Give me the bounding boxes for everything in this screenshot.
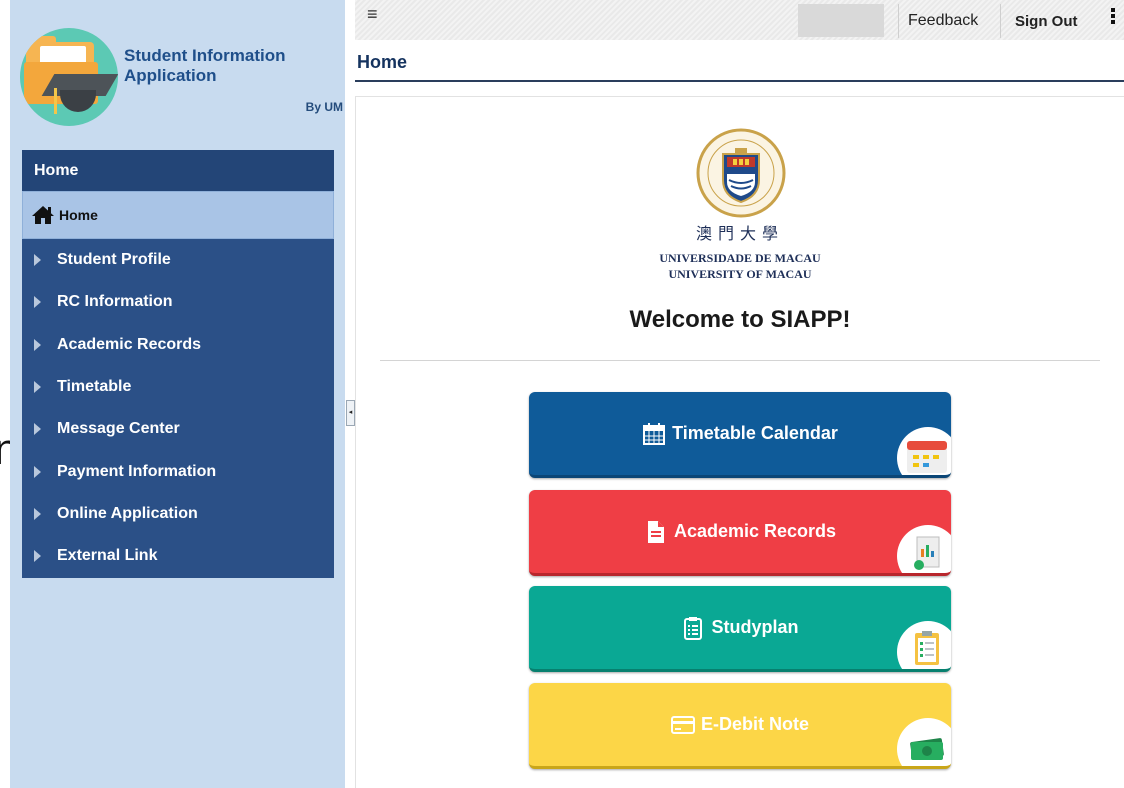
sidebar-menu: Home Home Student Profile RC Information… <box>22 150 334 578</box>
university-name-chinese: 澳門大學 <box>695 224 784 243</box>
credit-card-icon <box>671 715 695 734</box>
university-name-portuguese: UNIVERSIDADE DE MACAU <box>659 251 821 265</box>
user-placeholder <box>798 4 884 37</box>
report-illustration-icon <box>897 525 951 573</box>
caret-right-icon <box>34 381 41 394</box>
sidebar-item-label: RC Information <box>57 293 173 311</box>
sidebar-item-external-link[interactable]: External Link <box>22 535 334 577</box>
academic-records-button[interactable]: Academic Records <box>529 490 951 576</box>
divider <box>898 4 899 38</box>
title-divider <box>355 80 1124 82</box>
sidebar-item-label: Online Application <box>57 504 198 522</box>
menu-header: Home <box>22 150 334 191</box>
calendar-illustration-icon <box>897 427 951 475</box>
welcome-divider <box>380 360 1100 361</box>
sidebar-item-label: Message Center <box>57 420 180 438</box>
timetable-calendar-button[interactable]: Timetable Calendar <box>529 392 951 478</box>
e-debit-note-button[interactable]: E-Debit Note <box>529 683 951 769</box>
caret-right-icon <box>34 296 41 309</box>
sidebar-item-label: External Link <box>57 547 158 565</box>
cash-illustration-icon <box>897 718 951 766</box>
app-logo <box>20 28 118 126</box>
tile-label: Timetable Calendar <box>672 423 838 443</box>
university-name-english: UNIVERSITY OF MACAU <box>668 267 812 281</box>
welcome-heading: Welcome to SIAPP! <box>629 306 851 333</box>
caret-right-icon <box>34 507 41 520</box>
hamburger-icon[interactable]: ≡ <box>367 5 378 23</box>
sidebar-item-label: Academic Records <box>57 335 202 353</box>
clipboard-list-icon <box>684 616 703 640</box>
sidebar: Student Information Application By UM Ho… <box>10 0 345 788</box>
top-bar: ≡ Feedback Sign Out <box>355 0 1124 40</box>
sidebar-item-payment-information[interactable]: Payment Information <box>22 450 334 492</box>
sidebar-item-home[interactable]: Home <box>22 191 334 239</box>
caret-right-icon <box>34 338 41 351</box>
tile-label: E-Debit Note <box>701 714 809 734</box>
sign-out-link[interactable]: Sign Out <box>1015 13 1078 30</box>
caret-right-icon <box>34 423 41 436</box>
sidebar-item-rc-information[interactable]: RC Information <box>22 281 334 323</box>
feedback-link[interactable]: Feedback <box>908 12 978 30</box>
sidebar-item-label: Student Profile <box>57 251 171 269</box>
sidebar-item-timetable[interactable]: Timetable <box>22 366 334 408</box>
page-title: Home <box>357 52 408 72</box>
sidebar-item-online-application[interactable]: Online Application <box>22 493 334 535</box>
app-byline: By UM <box>305 100 343 114</box>
sidebar-item-student-profile[interactable]: Student Profile <box>22 239 334 281</box>
tile-label: Studyplan <box>711 617 799 637</box>
app-title: Student Information Application <box>124 46 286 85</box>
divider <box>1000 4 1001 38</box>
sidebar-item-label: Home <box>59 207 98 223</box>
calendar-icon <box>643 422 666 445</box>
caret-right-icon <box>34 254 41 267</box>
caret-right-icon <box>34 550 41 563</box>
brand: Student Information Application By UM <box>20 28 345 128</box>
more-vertical-icon[interactable] <box>1111 8 1115 26</box>
sidebar-item-message-center[interactable]: Message Center <box>22 408 334 450</box>
university-crest-icon <box>696 128 786 218</box>
sidebar-collapse-handle[interactable]: ◂ <box>346 400 355 426</box>
tile-label: Academic Records <box>673 521 837 541</box>
studyplan-button[interactable]: Studyplan <box>529 586 951 672</box>
document-icon <box>647 520 664 543</box>
home-icon <box>32 206 54 224</box>
checklist-illustration-icon <box>897 621 951 669</box>
sidebar-item-label: Timetable <box>57 378 132 396</box>
sidebar-item-label: Payment Information <box>57 462 217 480</box>
caret-right-icon <box>34 465 41 478</box>
sidebar-item-academic-records[interactable]: Academic Records <box>22 324 334 366</box>
